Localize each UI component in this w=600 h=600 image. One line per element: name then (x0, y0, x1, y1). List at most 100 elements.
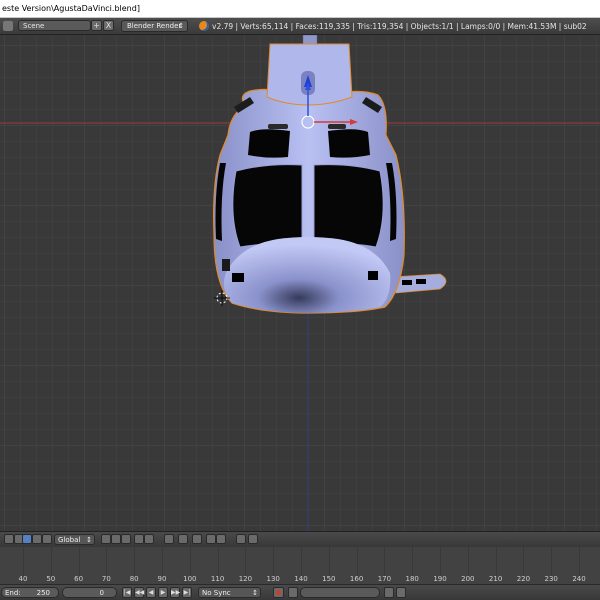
small-window (268, 124, 288, 129)
side-step (222, 259, 230, 271)
nose-light (368, 271, 378, 280)
timeline-tick-label: 130 (266, 575, 280, 583)
play-reverse-icon[interactable]: ◀ (146, 587, 156, 598)
timeline-gridline (23, 547, 24, 576)
timeline-tick-label: 170 (377, 575, 392, 583)
current-frame-field[interactable]: 0 (62, 587, 117, 598)
timeline-gridline (357, 547, 358, 576)
shading-icon[interactable] (178, 534, 188, 544)
window-title: este Version\AgustaDaVinci.blend] (2, 4, 140, 13)
timeline-tick-label: 100 (183, 575, 197, 583)
nose-light (232, 273, 244, 282)
timeline-gridline (162, 547, 163, 576)
timeline-tick-label: 80 (129, 575, 139, 583)
opengl-render-icon[interactable] (248, 534, 258, 544)
timeline-tick-label: 110 (210, 575, 225, 583)
end-frame-value: 250 (36, 589, 50, 597)
snap-toggle-icon[interactable] (206, 534, 216, 544)
scene-statistics: v2.79 | Verts:65,114 | Faces:119,335 | T… (212, 22, 587, 31)
current-frame-value: 0 (99, 589, 104, 597)
layer-button[interactable] (144, 534, 154, 544)
active-keying-set-field[interactable] (300, 587, 380, 598)
jump-start-icon[interactable]: |◀ (122, 587, 132, 598)
timeline-tick-label: 230 (544, 575, 558, 583)
timeline-tick-label: 70 (101, 575, 111, 583)
windshield-left (232, 164, 303, 250)
3d-viewport[interactable] (0, 35, 600, 531)
render-preview-icon[interactable] (236, 534, 246, 544)
add-scene-button[interactable]: + (91, 20, 102, 31)
layer-button[interactable] (134, 534, 144, 544)
timeline-tick-label: 60 (74, 575, 84, 583)
manipulator-rotate-icon[interactable] (32, 534, 42, 544)
delete-keyframe-icon[interactable] (396, 587, 406, 598)
proportional-edit-icon[interactable] (192, 534, 202, 544)
timeline-gridline (106, 547, 107, 576)
dropdown-arrows-icon: ↕ (178, 22, 184, 30)
upper-right-window (328, 129, 370, 158)
viewport-canvas[interactable] (0, 35, 600, 531)
timeline-tick-label: 220 (516, 575, 531, 583)
layer-button[interactable] (111, 534, 121, 544)
timeline-tick-label: 40 (18, 575, 28, 583)
timeline-tick-label: 140 (294, 575, 308, 583)
scene-selector[interactable]: Scene (18, 20, 91, 31)
timeline-gridline (51, 547, 52, 576)
end-frame-label: End: (5, 589, 21, 597)
playback-controls: End: 250 0 |◀ ◀◀ ◀ ▶ ▶▶ ▶| No Sync ↕ (0, 585, 600, 600)
remove-scene-button[interactable]: X (103, 20, 114, 31)
sync-mode-label: No Sync (202, 589, 231, 597)
tail-vent (402, 280, 412, 285)
timeline-gridline (384, 547, 385, 576)
dropdown-arrows-icon: ↕ (86, 536, 92, 544)
transform-orientation-dropdown[interactable]: Global ↕ (54, 534, 95, 545)
timeline-gridline (496, 547, 497, 576)
timeline-tick-label: 150 (322, 575, 336, 583)
render-engine-label: Blender Render (127, 22, 182, 30)
render-engine-dropdown[interactable]: Blender Render ↕ (121, 20, 188, 32)
timeline-tick-label: 180 (405, 575, 419, 583)
jump-keyframe-back-icon[interactable]: ◀◀ (134, 587, 144, 598)
timeline-gridline (245, 547, 246, 576)
layer-button[interactable] (121, 534, 131, 544)
timeline-gridline (79, 547, 80, 576)
insert-keyframe-icon[interactable] (384, 587, 394, 598)
sync-mode-dropdown[interactable]: No Sync ↕ (198, 587, 261, 598)
3d-view-header: Global ↕ (0, 531, 600, 548)
timeline-gridline (218, 547, 219, 576)
jump-keyframe-forward-icon[interactable]: ▶▶ (170, 587, 180, 598)
timeline-gridline (412, 547, 413, 576)
window-title-bar: este Version\AgustaDaVinci.blend] (0, 0, 600, 18)
timeline-gridline (440, 547, 441, 576)
upper-left-window (248, 129, 290, 158)
timeline-tick-label: 120 (238, 575, 253, 583)
scene-name: Scene (23, 22, 45, 30)
tail-vent (416, 279, 426, 284)
small-window (328, 124, 346, 129)
timeline-tick-label: 190 (433, 575, 447, 583)
timeline-tick-label: 210 (488, 575, 503, 583)
lock-layers-icon[interactable] (164, 534, 174, 544)
blender-logo-icon (199, 21, 209, 31)
record-keyframes-icon[interactable] (273, 587, 284, 598)
keying-set-icon[interactable] (288, 587, 298, 598)
timeline-gridline (468, 547, 469, 576)
manipulator-scale-icon[interactable] (42, 534, 52, 544)
play-icon[interactable]: ▶ (158, 587, 168, 598)
timeline-gridline (190, 547, 191, 576)
jump-end-icon[interactable]: ▶| (182, 587, 192, 598)
timeline-gridline (301, 547, 302, 576)
timeline-tick-label: 90 (157, 575, 167, 583)
timeline-gridline (273, 547, 274, 576)
timeline-tick-label: 160 (349, 575, 364, 583)
end-frame-field[interactable]: End: 250 (1, 587, 59, 598)
timeline-tick-label: 240 (572, 575, 586, 583)
object-mode-icon[interactable] (4, 534, 14, 544)
layer-button[interactable] (101, 534, 111, 544)
screen-layout-icon[interactable] (3, 21, 13, 31)
timeline-tick-label: 50 (46, 575, 56, 583)
snap-element-icon[interactable] (216, 534, 226, 544)
orientation-label: Global (58, 536, 81, 544)
manipulator-translate-icon[interactable] (22, 534, 32, 544)
timeline-editor[interactable]: 40 50 60 70 80 90 100 110 120 130 140 150 160 170 180 1… (0, 547, 600, 585)
